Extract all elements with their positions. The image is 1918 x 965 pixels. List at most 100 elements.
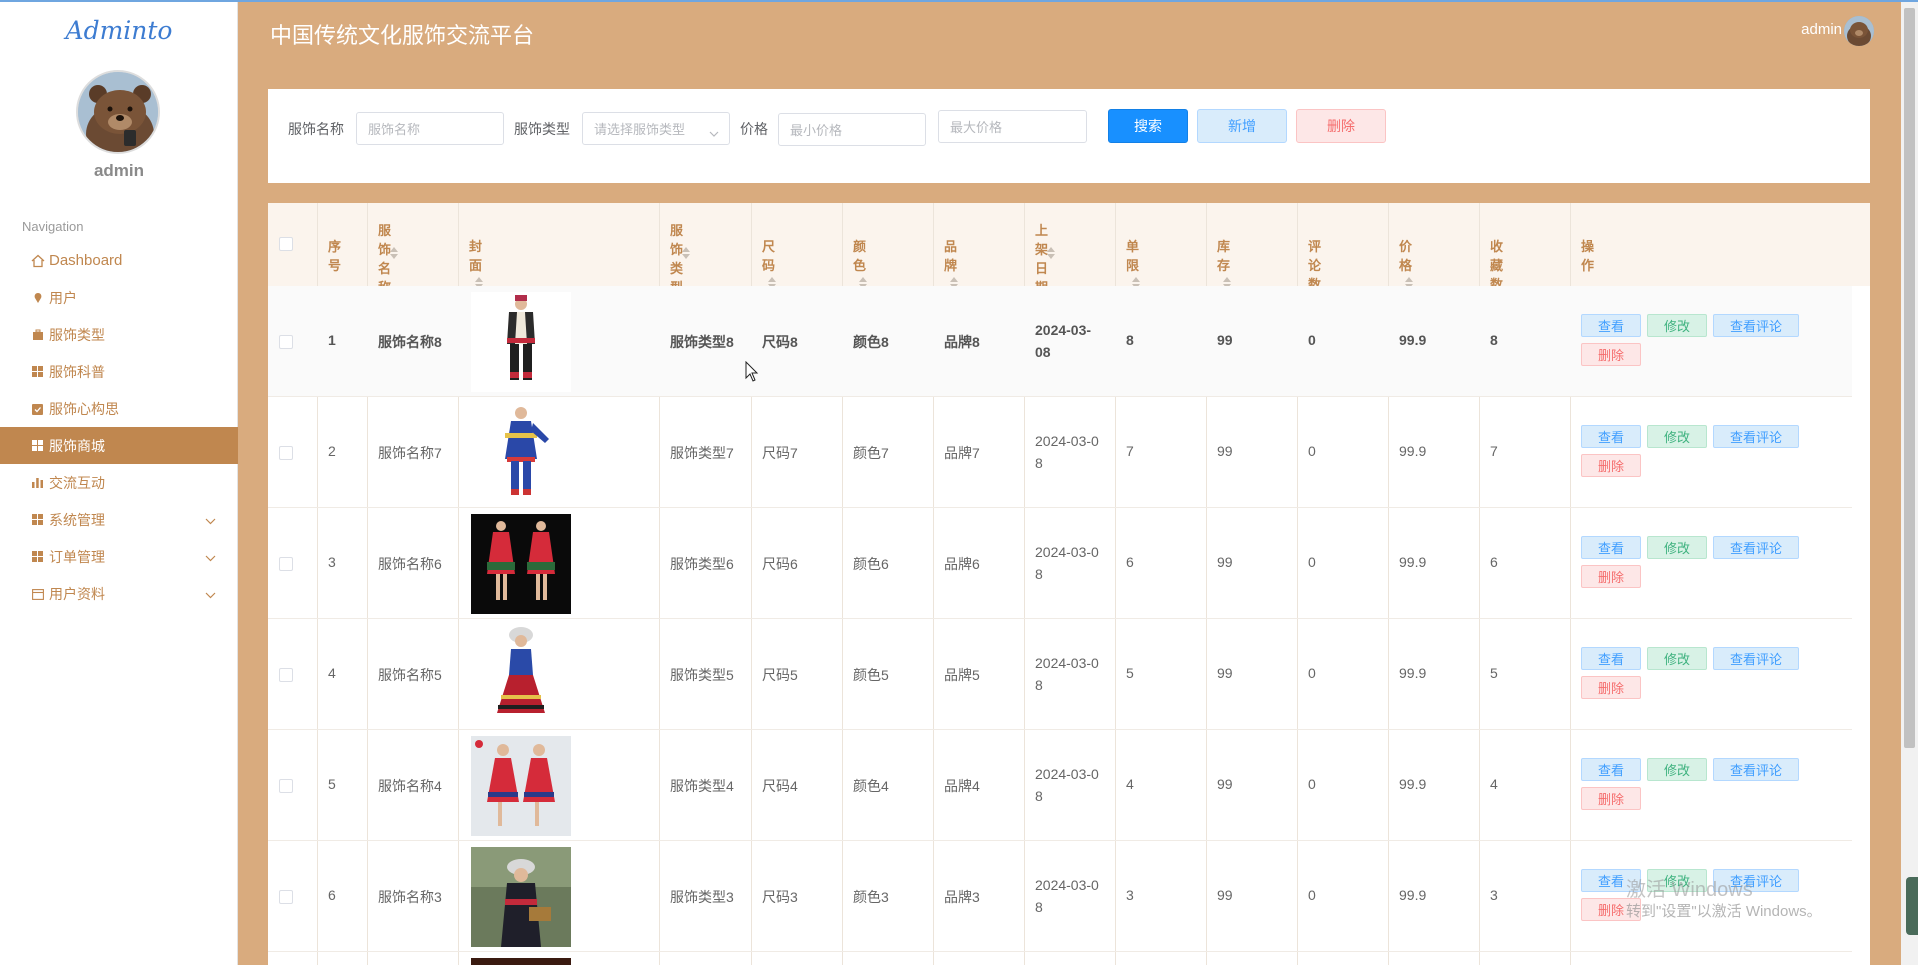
windows-activation-watermark-text: 转到"设置"以激活 Windows。: [1626, 903, 1822, 920]
row-checkbox[interactable]: [279, 890, 293, 904]
column-header-cover[interactable]: 封面: [459, 203, 483, 289]
delete-button[interactable]: 删除: [1581, 565, 1641, 588]
cell-date-line1: 2024-03-0: [1035, 544, 1099, 560]
column-header-color[interactable]: 颜色: [843, 203, 867, 289]
view-comments-button[interactable]: 查看评论: [1713, 758, 1799, 781]
delete-button[interactable]: 删除: [1581, 787, 1641, 810]
scrollbar-thumb[interactable]: [1904, 8, 1915, 748]
view-comments-button[interactable]: 查看评论: [1713, 314, 1799, 337]
column-header-limit[interactable]: 单限: [1116, 203, 1140, 289]
cell-price: 99.9: [1399, 332, 1427, 348]
column-header-size[interactable]: 尺码: [752, 203, 776, 289]
delete-button[interactable]: 删除: [1581, 676, 1641, 699]
column-header-brand[interactable]: 品牌: [934, 203, 958, 289]
column-header-stock[interactable]: 库存: [1207, 203, 1231, 289]
cover-image[interactable]: [471, 847, 571, 947]
cell-type: 服饰类型3: [670, 889, 734, 905]
table-row[interactable]: 3 服饰名称6 服饰类型6 尺码6 颜色6 品牌6 2024-03-0 8 6 …: [268, 508, 1852, 619]
page-scrollbar[interactable]: [1901, 0, 1918, 965]
row-checkbox[interactable]: [279, 779, 293, 793]
chevron-down-icon: [709, 125, 719, 140]
edit-button[interactable]: 修改: [1647, 425, 1707, 448]
cell-favorites: 6: [1490, 554, 1498, 570]
column-header-reviews[interactable]: 评论数: [1298, 203, 1322, 308]
cell-reviews: 0: [1308, 887, 1316, 903]
sidebar-item-users[interactable]: 用户: [0, 279, 238, 316]
cell-price: 99.9: [1399, 665, 1427, 681]
sidebar-item-profile[interactable]: 用户资料: [0, 575, 238, 612]
row-checkbox[interactable]: [279, 557, 293, 571]
batch-delete-button[interactable]: 删除: [1296, 109, 1386, 143]
cell-date-line1: 2024-03-0: [1035, 433, 1099, 449]
cover-image[interactable]: [471, 403, 571, 503]
add-button[interactable]: 新增: [1197, 109, 1287, 143]
column-header-type[interactable]: 服饰类型: [660, 203, 690, 295]
table-row[interactable]: 2 服饰名称7 服饰类型7 尺码7 颜色7 品牌7 2024-03-0 8 7 …: [268, 397, 1852, 508]
avatar[interactable]: [76, 70, 160, 154]
row-checkbox[interactable]: [279, 446, 293, 460]
edit-button[interactable]: 修改: [1647, 314, 1707, 337]
table-row[interactable]: 6 服饰名称3 服饰类型3 尺码3 颜色3 品牌3 2024-03-0 8 3 …: [268, 841, 1852, 952]
cell-date-line1: 2024-03-: [1035, 322, 1092, 338]
column-header-name[interactable]: 服饰名称: [368, 203, 398, 295]
cell-color: 颜色7: [853, 445, 889, 461]
edit-button[interactable]: 修改: [1647, 758, 1707, 781]
table-row[interactable]: 1 服饰名称8 服饰类型8 尺码8 颜色8 品牌8 2024-03- 08 8 …: [268, 286, 1852, 397]
view-button[interactable]: 查看: [1581, 536, 1641, 559]
row-checkbox[interactable]: [279, 668, 293, 682]
top-accent-line: [0, 0, 1918, 2]
max-price-input[interactable]: 最大价格: [938, 110, 1087, 143]
sidebar-item-clothing-science[interactable]: 服饰科普: [0, 353, 238, 390]
cell-reviews: 0: [1308, 665, 1316, 681]
sidebar-item-clothing-ideas[interactable]: 服饰心构思: [0, 390, 238, 427]
view-comments-button[interactable]: 查看评论: [1713, 536, 1799, 559]
header-avatar[interactable]: [1844, 16, 1874, 46]
sidebar-item-interaction[interactable]: 交流互动: [0, 464, 238, 501]
delete-button[interactable]: 删除: [1581, 343, 1641, 366]
sort-icon[interactable]: [1047, 247, 1055, 259]
cell-stock: 99: [1217, 887, 1233, 903]
sidebar-item-dashboard[interactable]: Dashboard: [0, 242, 238, 279]
column-header-date[interactable]: 上架日期: [1025, 203, 1055, 295]
search-button[interactable]: 搜索: [1108, 109, 1188, 143]
sidebar-item-system[interactable]: 系统管理: [0, 501, 238, 538]
sort-icon[interactable]: [390, 247, 398, 259]
view-button[interactable]: 查看: [1581, 425, 1641, 448]
sidebar-item-clothing-mall[interactable]: 服饰商城: [0, 427, 238, 464]
view-button[interactable]: 查看: [1581, 647, 1641, 670]
edit-button[interactable]: 修改: [1647, 647, 1707, 670]
view-comments-button[interactable]: 查看评论: [1713, 647, 1799, 670]
cell-reviews: 0: [1308, 332, 1316, 348]
cell-type: 服饰类型8: [670, 334, 734, 350]
cover-image[interactable]: [471, 736, 571, 836]
cell-stock: 99: [1217, 554, 1233, 570]
type-filter-select[interactable]: 请选择服饰类型: [582, 112, 730, 145]
name-filter-input[interactable]: 服饰名称: [356, 112, 504, 145]
cell-date-line1: 2024-03-0: [1035, 877, 1099, 893]
view-comments-button[interactable]: 查看评论: [1713, 425, 1799, 448]
header-username[interactable]: admin: [1801, 21, 1842, 38]
table-row[interactable]: 5 服饰名称4 服饰类型4 尺码4 颜色4 品牌4 2024-03-0 8 4 …: [268, 730, 1852, 841]
cover-image[interactable]: [471, 958, 571, 965]
edit-button[interactable]: 修改: [1647, 536, 1707, 559]
row-checkbox[interactable]: [279, 335, 293, 349]
column-header-price[interactable]: 价格: [1389, 203, 1413, 289]
sidebar-item-clothing-types[interactable]: 服饰类型: [0, 316, 238, 353]
side-widget-tab[interactable]: [1906, 877, 1918, 935]
cover-image[interactable]: [471, 514, 571, 614]
select-all-checkbox[interactable]: [279, 237, 293, 251]
column-header-favorites[interactable]: 收藏数: [1480, 203, 1504, 308]
cell-favorites: 7: [1490, 443, 1498, 459]
cell-brand: 品牌7: [944, 445, 980, 461]
sort-icon[interactable]: [682, 247, 690, 259]
cover-image[interactable]: [471, 292, 571, 392]
cover-image[interactable]: [471, 625, 571, 725]
sidebar-item-label: 服饰科普: [49, 363, 105, 380]
min-price-input[interactable]: 最小价格: [778, 113, 926, 146]
cell-index: 3: [328, 554, 336, 570]
delete-button[interactable]: 删除: [1581, 454, 1641, 477]
sidebar-item-orders[interactable]: 订单管理: [0, 538, 238, 575]
view-button[interactable]: 查看: [1581, 758, 1641, 781]
view-button[interactable]: 查看: [1581, 314, 1641, 337]
table-row[interactable]: 4 服饰名称5 服饰类型5 尺码5 颜色5 品牌5 2024-03-0 8 5 …: [268, 619, 1852, 730]
